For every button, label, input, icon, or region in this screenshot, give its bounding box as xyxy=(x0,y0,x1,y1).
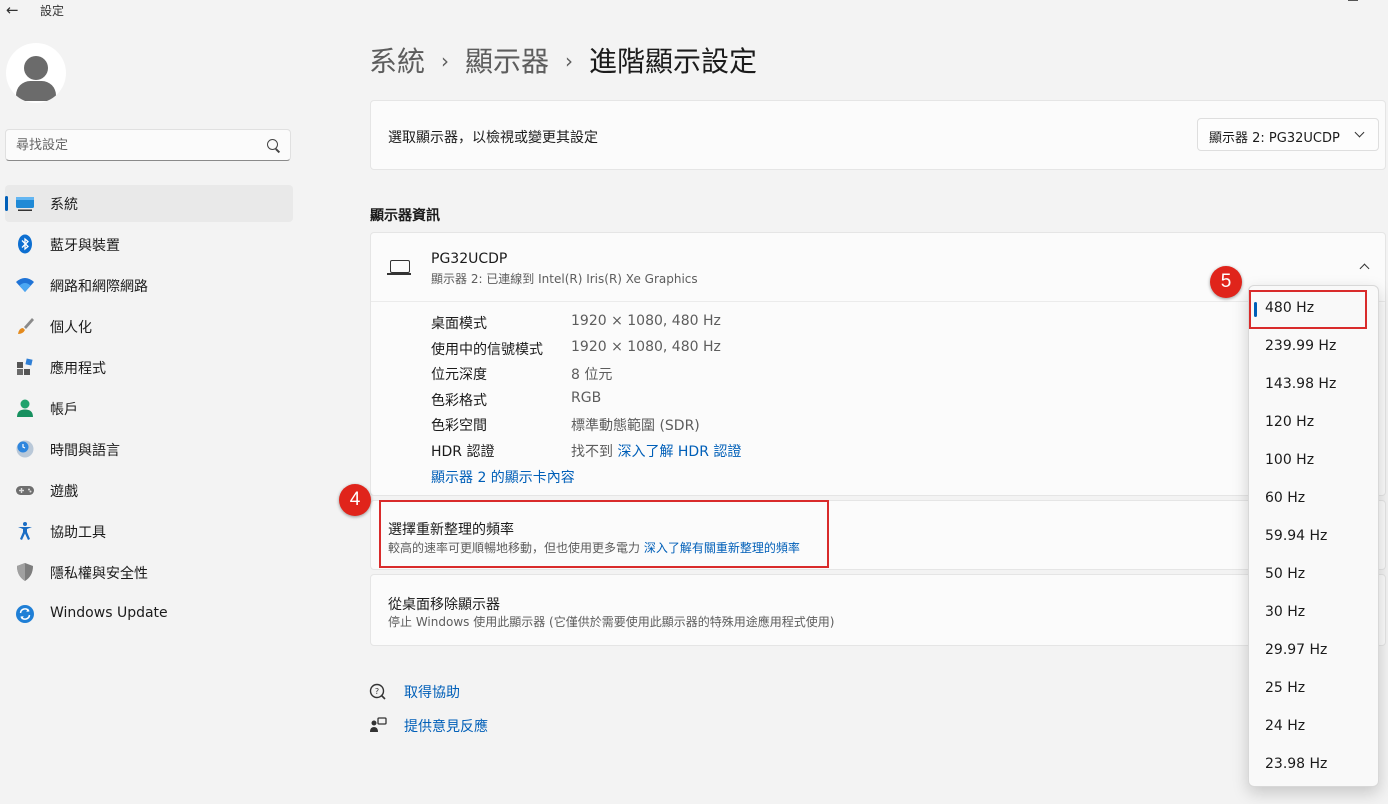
accessibility-icon xyxy=(18,522,32,540)
sidebar-item-label: 藍牙與裝置 xyxy=(50,238,120,254)
sidebar-item-label: 應用程式 xyxy=(50,361,106,377)
refresh-rate-option[interactable]: 100 Hz xyxy=(1249,442,1378,480)
sidebar-item-label: Windows Update xyxy=(50,605,168,621)
help-chat-icon: ? xyxy=(369,683,386,700)
step4-badge: 4 xyxy=(339,484,371,516)
divider xyxy=(371,301,1385,302)
remove-display-description: 停止 Windows 使用此顯示器 (它僅供於需要使用此顯示器的特殊用途應用程式… xyxy=(388,615,835,629)
display-select-dropdown[interactable]: 顯示器 2: PG32UCDP xyxy=(1197,118,1379,151)
sidebar-item-label: 遊戲 xyxy=(50,484,78,500)
sidebar-item-label: 時間與語言 xyxy=(50,443,120,459)
feedback-icon xyxy=(370,717,387,732)
sidebar-item-label: 隱私權與安全性 xyxy=(50,566,148,582)
chevron-up-icon[interactable] xyxy=(1359,263,1370,274)
page-title: 進階顯示設定 xyxy=(589,45,758,78)
refresh-rate-option[interactable]: 120 Hz xyxy=(1249,404,1378,442)
back-arrow-icon[interactable]: ← xyxy=(6,1,19,19)
refresh-rate-option[interactable]: 23.98 Hz xyxy=(1249,746,1378,784)
refresh-rate-option[interactable]: 60 Hz xyxy=(1249,480,1378,518)
sidebar-item-accounts[interactable]: 帳戶 xyxy=(5,390,293,427)
account-icon xyxy=(17,399,33,417)
window-title: 設定 xyxy=(40,4,65,18)
user-avatar[interactable] xyxy=(6,43,66,103)
sidebar-item-apps[interactable]: 應用程式 xyxy=(5,349,293,386)
display-connection: 顯示器 2: 已連線到 Intel(R) Iris(R) Xe Graphics xyxy=(431,272,698,286)
sidebar-item-personalization[interactable]: 個人化 xyxy=(5,308,293,345)
display-select-value: 顯示器 2: PG32UCDP xyxy=(1209,131,1340,146)
sidebar-item-bluetooth[interactable]: 藍牙與裝置 xyxy=(5,226,293,263)
search-box[interactable] xyxy=(5,129,291,161)
breadcrumb-separator-icon: › xyxy=(565,49,574,73)
remove-display-title: 從桌面移除顯示器 xyxy=(388,597,500,613)
apps-icon xyxy=(17,358,33,375)
step4-highlight-box xyxy=(379,500,829,568)
refresh-rate-option[interactable]: 30 Hz xyxy=(1249,594,1378,632)
hdr-learn-more-link[interactable]: 深入了解 HDR 認證 xyxy=(617,444,741,460)
refresh-rate-option[interactable]: 143.98 Hz xyxy=(1249,366,1378,404)
refresh-rate-option[interactable]: 239.99 Hz xyxy=(1249,328,1378,366)
sidebar-item-label: 個人化 xyxy=(50,320,92,336)
sidebar-item-label: 帳戶 xyxy=(50,402,78,418)
display-info-heading: 顯示器資訊 xyxy=(370,208,440,224)
sidebar-item-privacy[interactable]: 隱私權與安全性 xyxy=(5,554,293,591)
search-input[interactable] xyxy=(16,135,256,155)
bluetooth-icon xyxy=(18,234,32,254)
breadcrumb-display[interactable]: 顯示器 xyxy=(465,45,549,78)
shield-icon xyxy=(17,563,33,581)
update-icon xyxy=(16,605,34,623)
minimize-button[interactable] xyxy=(1348,0,1358,1)
display-name: PG32UCDP xyxy=(431,251,508,267)
clock-globe-icon xyxy=(16,440,34,458)
brush-icon xyxy=(18,318,34,334)
wifi-icon xyxy=(16,278,34,292)
adapter-properties-link[interactable]: 顯示器 2 的顯示卡內容 xyxy=(431,467,575,487)
select-display-label: 選取顯示器，以檢視或變更其設定 xyxy=(388,130,598,146)
sidebar-item-system[interactable]: 系統 xyxy=(5,185,293,222)
remove-display-card[interactable]: 從桌面移除顯示器 停止 Windows 使用此顯示器 (它僅供於需要使用此顯示器… xyxy=(370,574,1386,646)
breadcrumb-separator-icon: › xyxy=(441,49,450,73)
refresh-rate-option[interactable]: 29.97 Hz xyxy=(1249,632,1378,670)
sidebar-item-label: 系統 xyxy=(50,197,78,213)
laptop-icon xyxy=(387,260,411,275)
search-icon[interactable] xyxy=(267,139,278,150)
refresh-rate-option[interactable]: 24 Hz xyxy=(1249,708,1378,746)
active-indicator xyxy=(5,196,8,211)
sidebar-item-time-language[interactable]: 時間與語言 xyxy=(5,431,293,468)
breadcrumb: 系統 › 顯示器 › 進階顯示設定 xyxy=(369,40,757,80)
sidebar-item-accessibility[interactable]: 協助工具 xyxy=(5,513,293,550)
refresh-rate-dropdown-list[interactable]: 480 Hz 239.99 Hz 143.98 Hz 120 Hz 100 Hz… xyxy=(1248,285,1379,787)
sidebar-item-gaming[interactable]: 遊戲 xyxy=(5,472,293,509)
refresh-rate-option[interactable]: 50 Hz xyxy=(1249,556,1378,594)
step5-highlight-box xyxy=(1249,290,1367,329)
sidebar-item-network[interactable]: 網路和網際網路 xyxy=(5,267,293,304)
display-icon xyxy=(16,197,34,211)
sidebar-item-windows-update[interactable]: Windows Update xyxy=(5,596,293,633)
breadcrumb-system[interactable]: 系統 xyxy=(369,45,425,78)
sidebar-item-label: 網路和網際網路 xyxy=(50,279,148,295)
gamepad-icon xyxy=(16,486,34,495)
step5-badge: 5 xyxy=(1210,266,1242,298)
sidebar-item-label: 協助工具 xyxy=(50,525,106,541)
refresh-rate-option[interactable]: 25 Hz xyxy=(1249,670,1378,708)
svg-text:?: ? xyxy=(375,687,379,696)
refresh-rate-option[interactable]: 59.94 Hz xyxy=(1249,518,1378,556)
chevron-down-icon xyxy=(1354,127,1365,138)
